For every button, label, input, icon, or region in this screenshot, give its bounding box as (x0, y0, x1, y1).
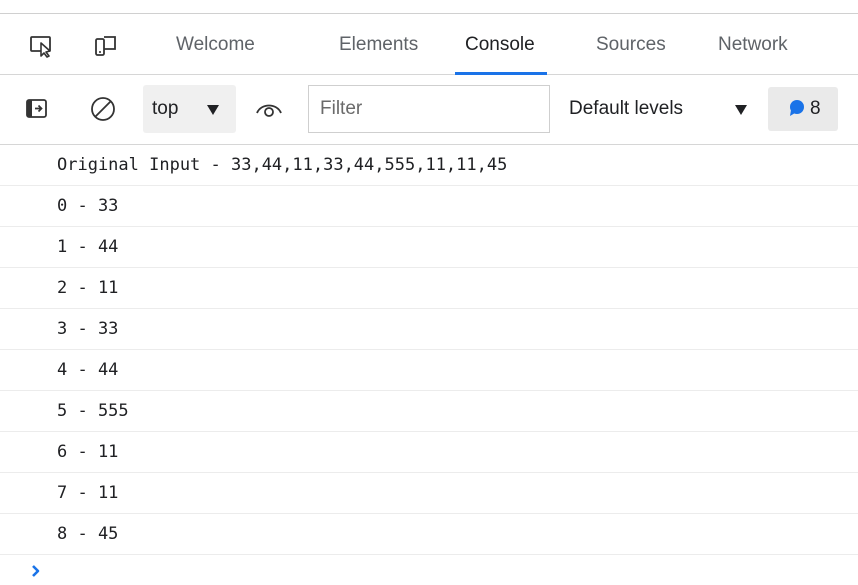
console-message: 8 - 45 (0, 514, 858, 555)
console-message: 6 - 11 (0, 432, 858, 473)
message-bubble-icon (787, 99, 805, 122)
console-message: 4 - 44 (0, 350, 858, 391)
console-message: 3 - 33 (0, 309, 858, 350)
context-selector[interactable]: top (143, 85, 236, 133)
console-message: 7 - 11 (0, 473, 858, 514)
live-expression-eye-icon[interactable] (256, 99, 282, 124)
prompt-chevron-icon (31, 563, 41, 583)
console-message: 0 - 33 (0, 186, 858, 227)
sidebar-toggle-icon[interactable] (26, 98, 48, 125)
caret-down-icon (206, 103, 220, 121)
console-message: 5 - 555 (0, 391, 858, 432)
filter-input[interactable]: Filter (308, 85, 550, 133)
inspect-element-icon[interactable] (29, 34, 53, 58)
console-message: 1 - 44 (0, 227, 858, 268)
devtools-tab-bar: Welcome Elements Console Sources Network (0, 13, 858, 75)
window-top-edge (0, 0, 858, 13)
console-prompt[interactable] (0, 555, 858, 585)
device-toolbar-icon[interactable] (94, 34, 118, 58)
default-levels-dropdown[interactable]: Default levels (569, 75, 683, 143)
tab-network[interactable]: Network (718, 14, 788, 75)
clear-console-icon[interactable] (90, 96, 116, 127)
tab-welcome[interactable]: Welcome (176, 14, 255, 75)
console-output: Original Input - 33,44,11,33,44,555,11,1… (0, 145, 858, 585)
context-selector-label: top (152, 98, 179, 119)
console-message: 2 - 11 (0, 268, 858, 309)
tab-sources[interactable]: Sources (596, 14, 666, 75)
console-toolbar: top Filter Default levels 8 (0, 75, 858, 145)
tab-elements[interactable]: Elements (339, 14, 418, 75)
issues-counter-button[interactable]: 8 (768, 87, 838, 131)
issues-count: 8 (810, 98, 821, 119)
console-message: Original Input - 33,44,11,33,44,555,11,1… (0, 145, 858, 186)
caret-down-icon (734, 103, 748, 121)
tab-console[interactable]: Console (455, 14, 547, 75)
